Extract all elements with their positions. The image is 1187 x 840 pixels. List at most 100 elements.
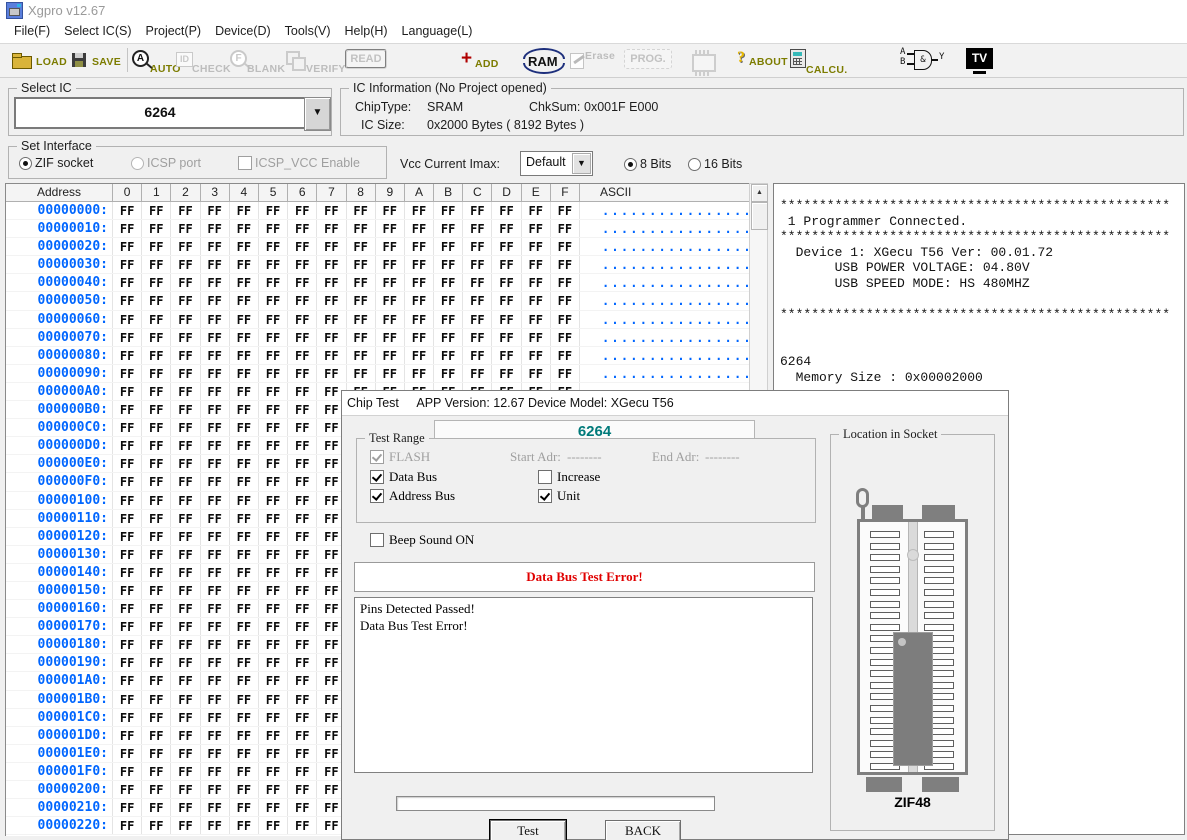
byte-cell[interactable]: FF (171, 546, 200, 563)
byte-cell[interactable]: FF (288, 347, 317, 364)
byte-cell[interactable]: FF (288, 691, 317, 708)
byte-cell[interactable]: FF (201, 220, 230, 237)
byte-cell[interactable]: FF (376, 311, 405, 328)
byte-cell[interactable]: FF (230, 799, 259, 816)
byte-cell[interactable]: FF (113, 329, 142, 346)
byte-cell[interactable]: FF (405, 292, 434, 309)
byte-cell[interactable]: FF (171, 292, 200, 309)
byte-cell[interactable]: FF (288, 564, 317, 581)
byte-cell[interactable]: FF (288, 600, 317, 617)
byte-cell[interactable]: FF (113, 492, 142, 509)
byte-cell[interactable]: FF (463, 329, 492, 346)
byte-cell[interactable]: FF (201, 455, 230, 472)
bits16-radio[interactable] (688, 158, 701, 171)
byte-cell[interactable]: FF (142, 636, 171, 653)
byte-cell[interactable]: FF (201, 510, 230, 527)
byte-cell[interactable]: FF (259, 401, 288, 418)
scrollbar-thumb[interactable] (751, 202, 768, 230)
byte-cell[interactable]: FF (230, 329, 259, 346)
byte-cell[interactable]: FF (347, 274, 376, 291)
byte-cell[interactable]: FF (317, 274, 346, 291)
byte-cell[interactable]: FF (259, 691, 288, 708)
byte-cell[interactable]: FF (288, 781, 317, 798)
byte-cell[interactable]: FF (522, 238, 551, 255)
byte-cell[interactable]: FF (288, 311, 317, 328)
byte-cell[interactable]: FF (142, 292, 171, 309)
menu-item-file[interactable]: File(F) (14, 24, 50, 38)
byte-cell[interactable]: FF (259, 492, 288, 509)
byte-cell[interactable]: FF (142, 220, 171, 237)
byte-cell[interactable]: FF (259, 311, 288, 328)
byte-cell[interactable]: FF (317, 238, 346, 255)
byte-cell[interactable]: FF (405, 347, 434, 364)
byte-cell[interactable]: FF (142, 365, 171, 382)
byte-cell[interactable]: FF (230, 781, 259, 798)
byte-cell[interactable]: FF (522, 256, 551, 273)
zif-socket-radio[interactable] (19, 157, 32, 170)
byte-cell[interactable]: FF (230, 383, 259, 400)
byte-cell[interactable]: FF (113, 419, 142, 436)
byte-cell[interactable]: FF (142, 202, 171, 219)
byte-cell[interactable]: FF (259, 510, 288, 527)
byte-cell[interactable]: FF (288, 582, 317, 599)
byte-cell[interactable]: FF (230, 691, 259, 708)
byte-cell[interactable]: FF (405, 311, 434, 328)
byte-cell[interactable]: FF (201, 727, 230, 744)
byte-cell[interactable]: FF (113, 781, 142, 798)
byte-cell[interactable]: FF (551, 347, 580, 364)
selected-ic-field[interactable]: 6264 (14, 97, 306, 129)
byte-cell[interactable]: FF (376, 274, 405, 291)
unit-checkbox[interactable] (538, 489, 552, 503)
byte-cell[interactable]: FF (317, 202, 346, 219)
byte-cell[interactable]: FF (171, 528, 200, 545)
byte-cell[interactable]: FF (230, 419, 259, 436)
byte-cell[interactable]: FF (463, 292, 492, 309)
increase-checkbox[interactable] (538, 470, 552, 484)
byte-cell[interactable]: FF (434, 292, 463, 309)
byte-cell[interactable]: FF (259, 473, 288, 490)
byte-cell[interactable]: FF (171, 202, 200, 219)
byte-cell[interactable]: FF (113, 745, 142, 762)
byte-cell[interactable]: FF (171, 745, 200, 762)
byte-cell[interactable]: FF (288, 709, 317, 726)
byte-cell[interactable]: FF (113, 564, 142, 581)
byte-cell[interactable]: FF (317, 292, 346, 309)
byte-cell[interactable]: FF (201, 473, 230, 490)
beep-sound-checkbox[interactable] (370, 533, 384, 547)
byte-cell[interactable]: FF (201, 347, 230, 364)
byte-cell[interactable]: FF (492, 365, 521, 382)
menu-item-help[interactable]: Help(H) (344, 24, 387, 38)
byte-cell[interactable]: FF (405, 274, 434, 291)
byte-cell[interactable]: FF (230, 347, 259, 364)
byte-cell[interactable]: FF (113, 292, 142, 309)
byte-cell[interactable]: FF (434, 202, 463, 219)
byte-cell[interactable]: FF (522, 347, 551, 364)
byte-cell[interactable]: FF (142, 528, 171, 545)
byte-cell[interactable]: FF (259, 292, 288, 309)
byte-cell[interactable]: FF (201, 564, 230, 581)
byte-cell[interactable]: FF (522, 365, 551, 382)
byte-cell[interactable]: FF (259, 329, 288, 346)
byte-cell[interactable]: FF (201, 781, 230, 798)
menu-item-select-ic[interactable]: Select IC(S) (64, 24, 131, 38)
byte-cell[interactable]: FF (317, 311, 346, 328)
byte-cell[interactable]: FF (113, 238, 142, 255)
byte-cell[interactable]: FF (259, 654, 288, 671)
byte-cell[interactable]: FF (142, 546, 171, 563)
byte-cell[interactable]: FF (201, 618, 230, 635)
byte-cell[interactable]: FF (492, 256, 521, 273)
byte-cell[interactable]: FF (288, 817, 317, 834)
byte-cell[interactable]: FF (405, 256, 434, 273)
logic-gate-button[interactable]: A B & Y (900, 49, 950, 71)
byte-cell[interactable]: FF (201, 202, 230, 219)
bits8-radio[interactable] (624, 158, 637, 171)
byte-cell[interactable]: FF (259, 763, 288, 780)
byte-cell[interactable]: FF (113, 401, 142, 418)
byte-cell[interactable]: FF (201, 546, 230, 563)
byte-cell[interactable]: FF (259, 347, 288, 364)
byte-cell[interactable]: FF (288, 256, 317, 273)
byte-cell[interactable]: FF (376, 292, 405, 309)
byte-cell[interactable]: FF (142, 618, 171, 635)
byte-cell[interactable]: FF (142, 672, 171, 689)
byte-cell[interactable]: FF (171, 455, 200, 472)
